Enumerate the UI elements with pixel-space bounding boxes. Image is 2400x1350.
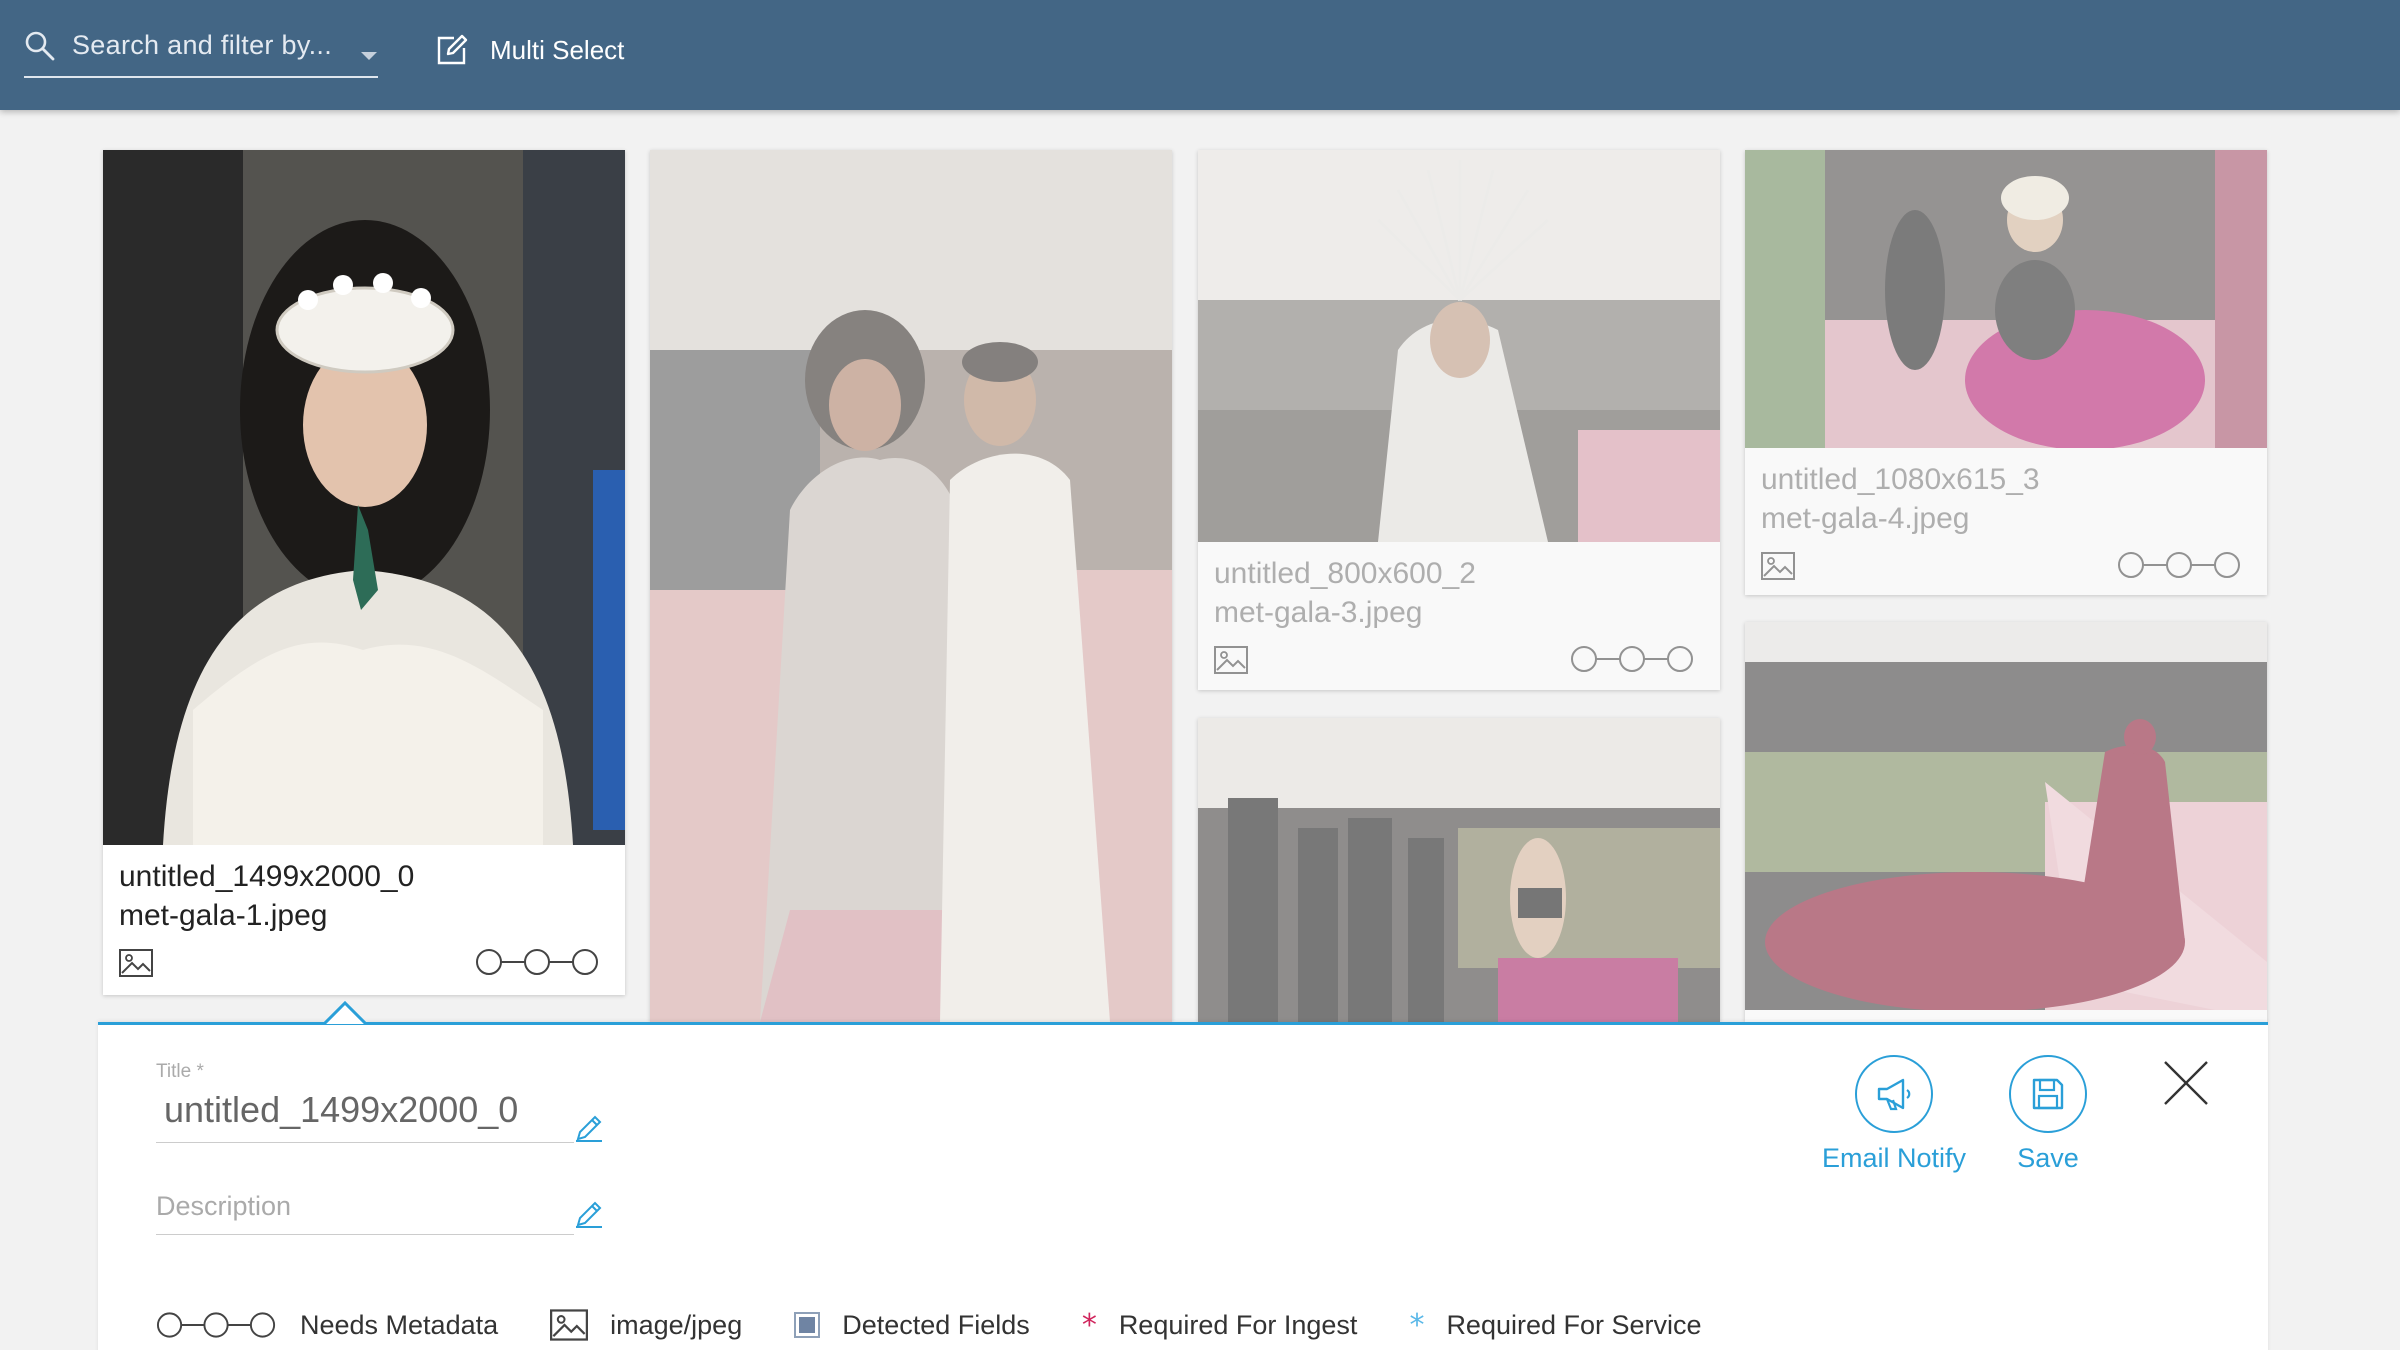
needs-metadata-icon [2118,552,2240,578]
required-service-star-icon: * [1409,1307,1425,1343]
image-file-icon [1214,646,1248,674]
legend-mime-type-label: image/jpeg [610,1309,743,1340]
asset-card[interactable]: untitled_800x600_2 met-gala-3.jpeg [1198,150,1720,690]
asset-card[interactable] [1745,622,2267,1022]
detected-field-square-icon [794,1312,821,1338]
needs-metadata-icon [1571,646,1693,672]
asset-filename: met-gala-4.jpeg [1761,502,1970,535]
search-icon [25,31,55,61]
asset-card[interactable]: untitled_1080x615_3 met-gala-4.jpeg [1745,150,2267,595]
status-legend: Needs Metadata image/jpeg Detected Field… [156,1305,1754,1345]
search-placeholder: Search and filter by... [72,30,333,60]
legend-needs-metadata-label: Needs Metadata [300,1309,499,1340]
legend-detected-fields-label: Detected Fields [842,1309,1030,1340]
legend-mime-type: image/jpeg [550,1309,742,1341]
needs-metadata-icon [156,1312,276,1338]
asset-thumbnail [1198,150,1720,542]
chevron-down-icon[interactable] [360,50,378,62]
selection-pointer [324,1001,366,1025]
pencil-icon[interactable] [574,1113,604,1143]
image-file-icon [1761,552,1795,580]
asset-title: untitled_1080x615_3 [1761,463,2040,496]
required-ingest-star-icon: * [1081,1307,1097,1343]
asset-card[interactable] [1198,718,1720,1022]
title-field-label: Title * [156,1061,204,1082]
edit-square-icon [437,34,468,65]
image-file-icon [119,949,153,977]
asset-thumbnail [650,150,1172,1022]
asset-card[interactable]: untitled_1499x2000_0 met-gala-1.jpeg [103,150,625,995]
asset-title: untitled_800x600_2 [1214,557,1476,590]
search-filter-input[interactable]: Search and filter by... [24,24,378,78]
legend-required-service-label: Required For Service [1446,1309,1702,1340]
asset-filename: met-gala-1.jpeg [119,899,328,932]
save-label: Save [2017,1143,2079,1173]
image-file-icon [550,1309,589,1341]
email-notify-label: Email Notify [1822,1143,1967,1173]
save-button[interactable]: Save [2009,1055,2087,1174]
megaphone-icon [1877,1078,1911,1111]
legend-detected-fields: Detected Fields [794,1310,1030,1341]
asset-thumbnail [103,150,625,845]
multi-select-label: Multi Select [490,34,625,65]
legend-required-service: * Required For Service [1409,1308,1701,1343]
asset-title: untitled_1499x2000_0 [119,860,415,893]
asset-thumbnail [1198,718,1720,1022]
legend-required-ingest: * Required For Ingest [1082,1308,1358,1343]
multi-select-button[interactable]: Multi Select [434,30,624,70]
asset-thumbnail [1745,622,2267,1010]
email-notify-button[interactable]: Email Notify [1822,1055,1966,1174]
top-bar: Search and filter by... Multi Select [0,0,2400,110]
needs-metadata-icon [476,949,598,975]
legend-needs-metadata: Needs Metadata [156,1310,498,1341]
floppy-disk-icon [2032,1078,2064,1110]
save-circle [2009,1055,2087,1133]
email-notify-circle [1855,1055,1934,1133]
description-input[interactable]: Description [156,1187,574,1235]
asset-card[interactable] [650,150,1172,1022]
close-icon[interactable] [2162,1059,2210,1107]
pencil-icon[interactable] [574,1199,604,1229]
legend-required-ingest-label: Required For Ingest [1118,1309,1358,1340]
title-input[interactable]: untitled_1499x2000_0 [156,1087,574,1143]
asset-filename: met-gala-3.jpeg [1214,596,1423,629]
asset-detail-panel: Title * untitled_1499x2000_0 Description… [98,1022,2268,1350]
asset-thumbnail [1745,150,2267,448]
